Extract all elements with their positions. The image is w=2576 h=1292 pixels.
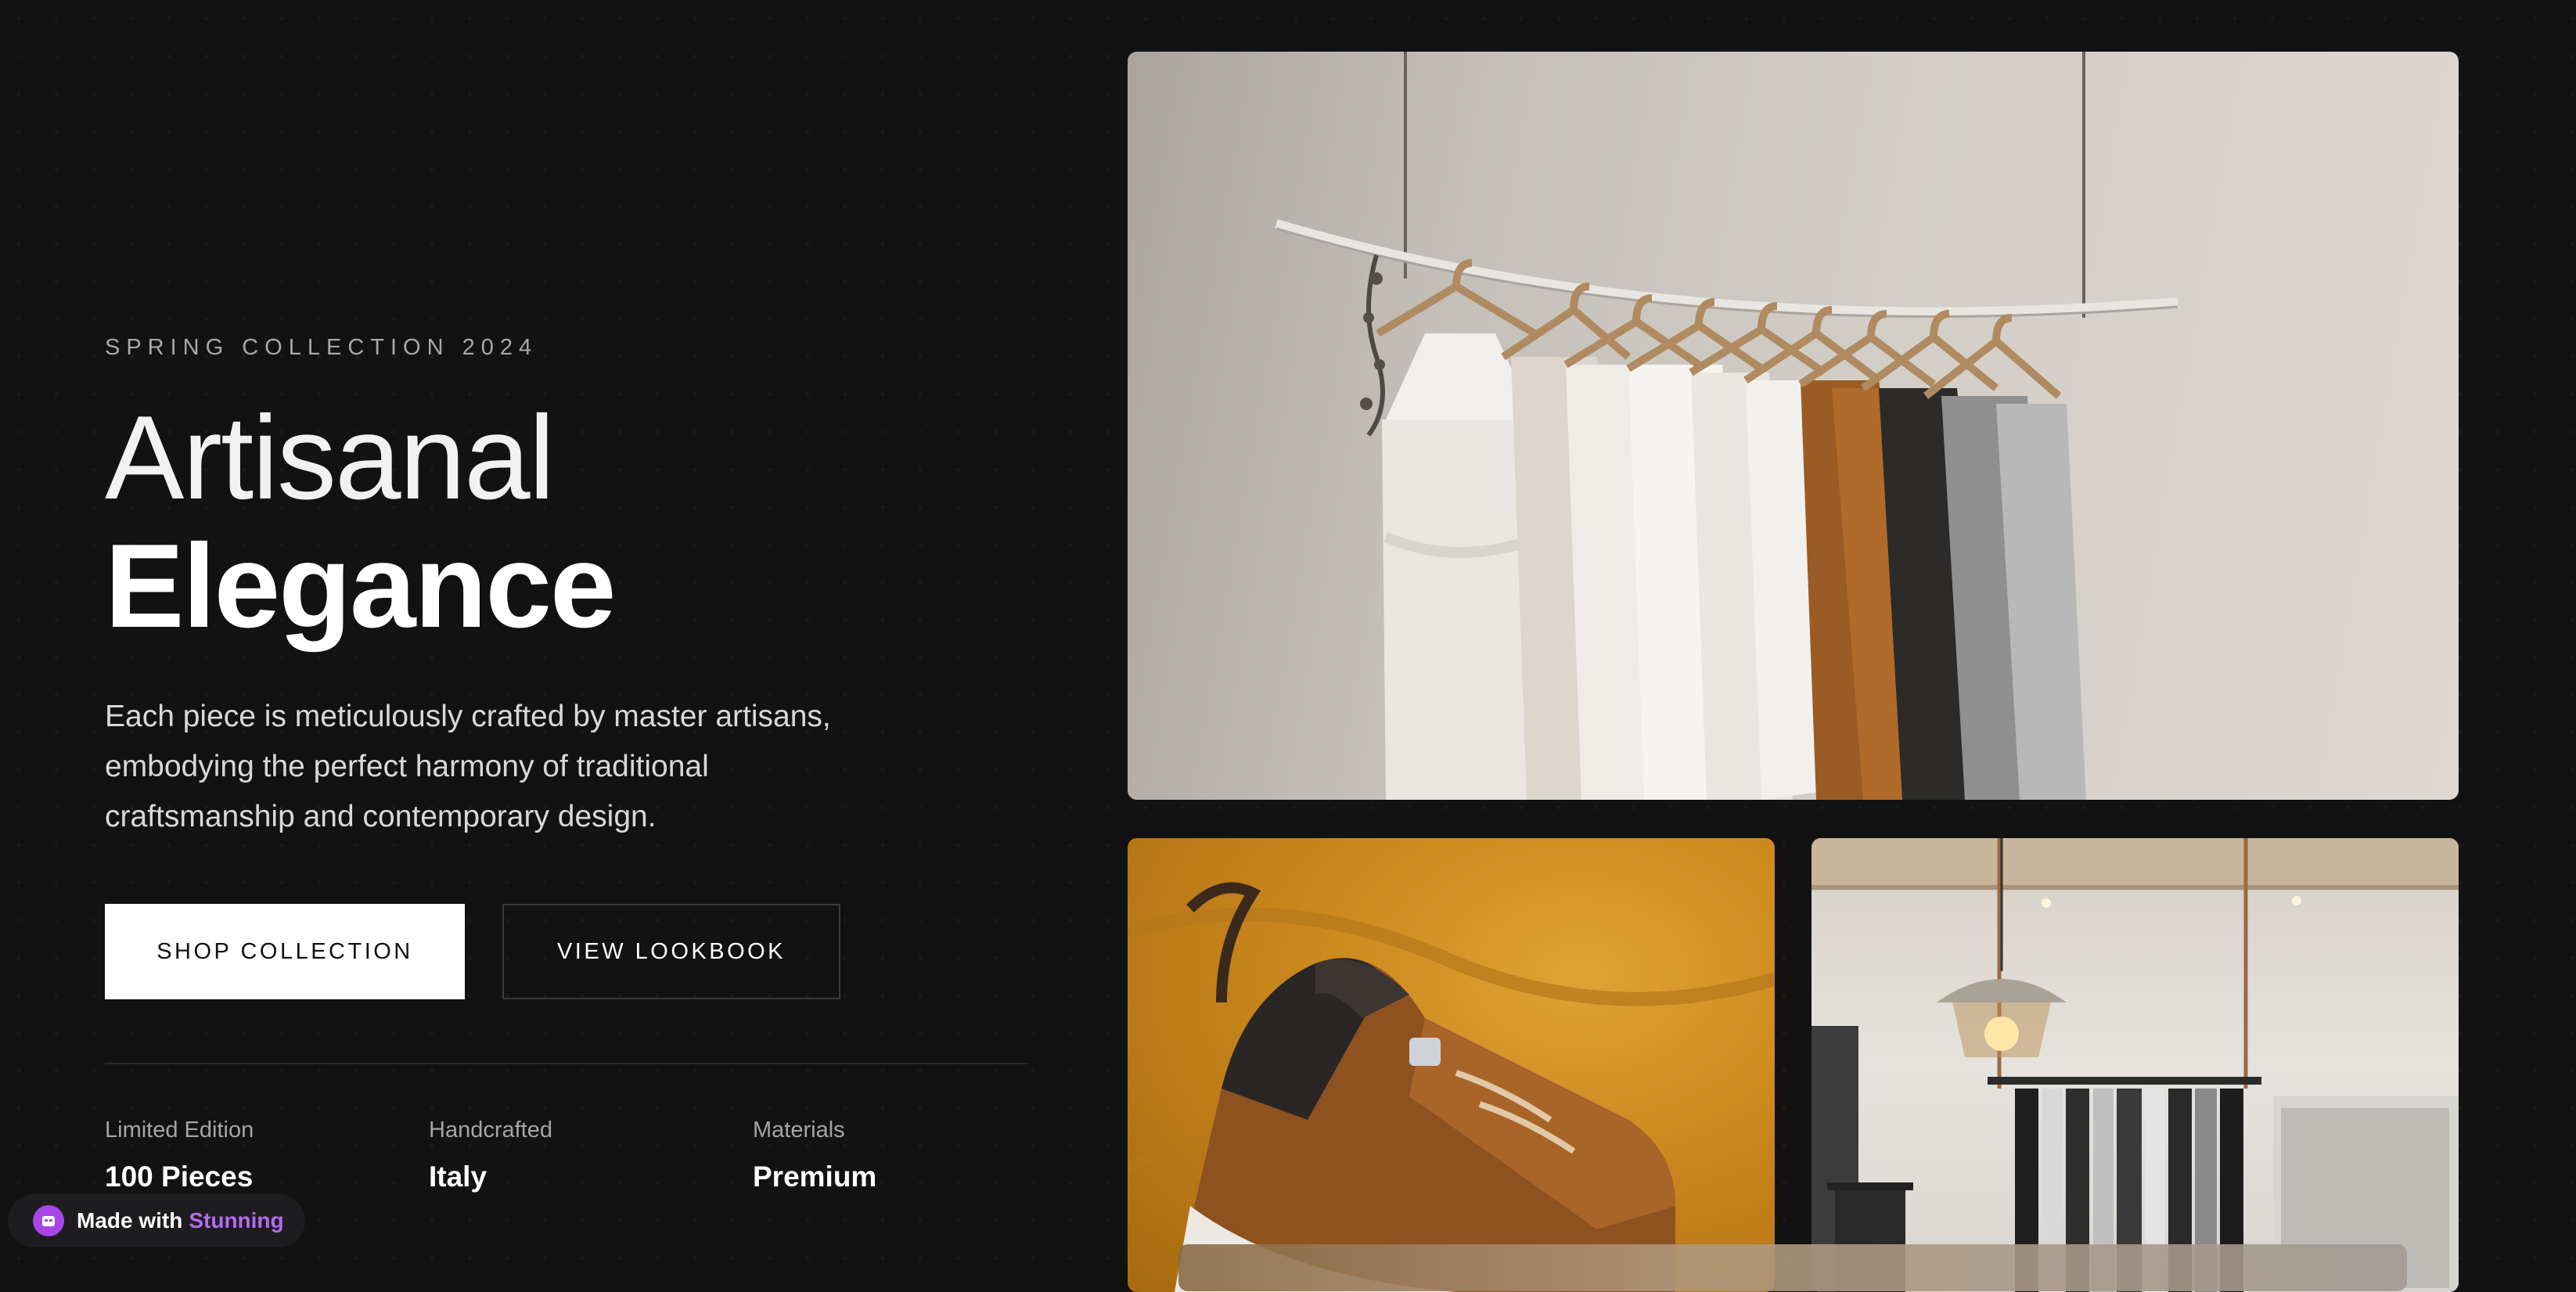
stat-materials: Materials Premium	[753, 1117, 876, 1193]
made-with-badge[interactable]: Made with Stunning	[8, 1194, 305, 1247]
sneaker-photo	[1128, 838, 1775, 1292]
stunning-logo-icon	[33, 1205, 64, 1236]
hero-title-line1: Artisanal	[105, 391, 555, 524]
stat-value: Italy	[429, 1161, 487, 1193]
stat-handcrafted: Handcrafted Italy	[429, 1117, 552, 1193]
stat-label: Handcrafted	[429, 1117, 552, 1143]
stat-value: 100 Pieces	[105, 1161, 254, 1193]
view-lookbook-button[interactable]: VIEW LOOKBOOK	[502, 904, 840, 999]
divider	[105, 1063, 1028, 1064]
badge-prefix: Made with	[77, 1208, 183, 1233]
stat-value: Premium	[753, 1161, 877, 1193]
overlay-card	[1178, 1244, 2407, 1291]
boutique-interior-photo	[1811, 838, 2459, 1292]
collection-eyebrow: SPRING COLLECTION 2024	[105, 335, 538, 360]
shop-collection-button[interactable]: SHOP COLLECTION	[105, 904, 465, 999]
hero-title: Artisanal Elegance	[105, 391, 616, 653]
stat-label: Materials	[753, 1117, 845, 1143]
badge-brand: Stunning	[189, 1208, 284, 1233]
hero-title-line2: Elegance	[105, 520, 616, 653]
hero-description: Each piece is meticulously crafted by ma…	[105, 700, 831, 833]
stat-label: Limited Edition	[105, 1117, 254, 1143]
clothing-rack-photo	[1128, 52, 2459, 800]
stat-limited-edition: Limited Edition 100 Pieces	[105, 1117, 254, 1193]
